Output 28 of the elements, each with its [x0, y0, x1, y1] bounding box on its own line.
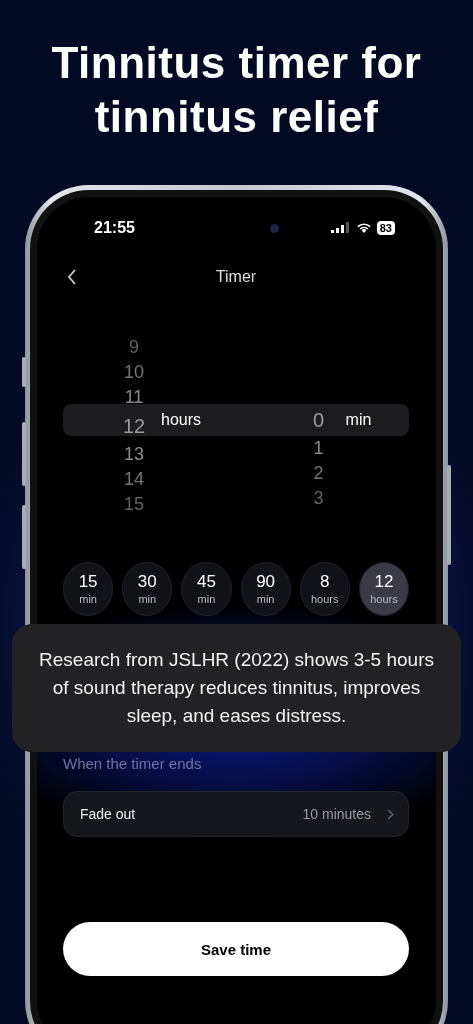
picker-value[interactable]: 9	[129, 335, 139, 360]
picker-value[interactable]: 11	[124, 385, 144, 410]
headline: Tinnitus timer for tinnitus relief	[50, 37, 423, 143]
info-text: Research from JSLHR (2022) shows 3-5 hours of sound therapy reduces tinnitus, improves sleep, and eases distress.	[38, 648, 435, 728]
row-value: 10 minutes	[302, 806, 371, 822]
section-label: When the timer ends	[63, 755, 203, 772]
picker-value[interactable]: 12	[122, 410, 146, 442]
back-icon[interactable]	[67, 269, 77, 285]
picker-value[interactable]: 15	[124, 492, 144, 517]
picker-value[interactable]: 0	[313, 404, 325, 436]
camera-icon	[270, 223, 279, 233]
row-label: Fade out	[80, 806, 136, 822]
battery-level: 83	[376, 221, 395, 235]
signal-icon	[330, 222, 351, 234]
save-button[interactable]: Save time	[63, 922, 409, 976]
screen-title: Timer	[215, 268, 257, 285]
picker-value[interactable]: 13	[124, 442, 144, 467]
status-time: 21:55	[94, 219, 136, 237]
picker-value[interactable]: 3	[313, 486, 324, 511]
fade-out-row[interactable]: Fade out 10 minutes	[63, 791, 409, 837]
picker-unit: min	[345, 410, 372, 430]
chevron-icon	[387, 808, 394, 820]
picker-value[interactable]: 10	[124, 360, 144, 385]
wifi-icon	[355, 222, 372, 234]
picker-unit: hours	[161, 410, 202, 430]
picker-value[interactable]: 1	[313, 436, 324, 461]
picker-value[interactable]: 2	[313, 461, 324, 486]
picker-value[interactable]: 14	[124, 467, 144, 492]
